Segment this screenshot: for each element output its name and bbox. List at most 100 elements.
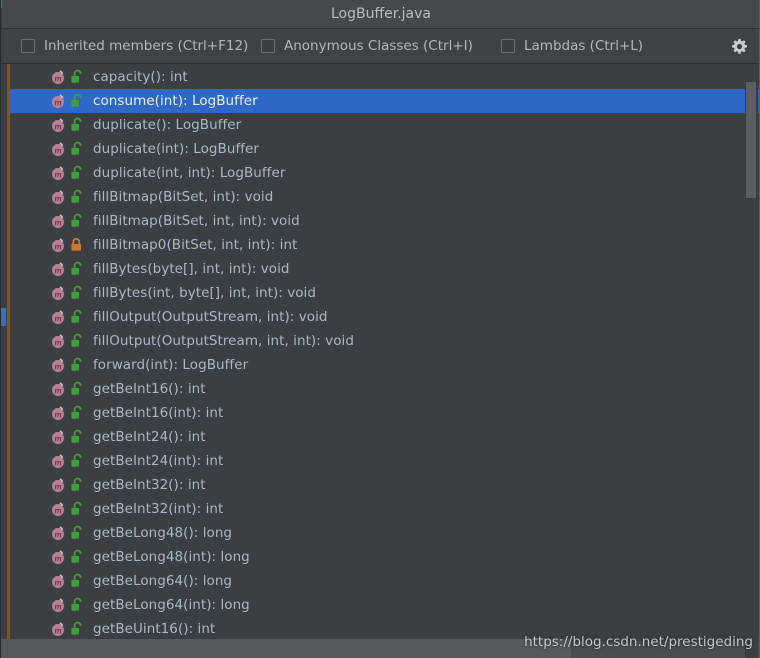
page-title: LogBuffer.java	[331, 6, 431, 22]
method-icon: m	[50, 525, 66, 541]
lock-open-icon	[70, 501, 84, 517]
list-item-label: getBeLong48(int): long	[93, 549, 250, 565]
filter-inherited-members[interactable]: Inherited members (Ctrl+F12)	[21, 29, 248, 63]
list-item[interactable]: m getBeInt24(int): int	[10, 449, 759, 473]
lock-open-icon	[70, 381, 84, 397]
gear-icon[interactable]	[727, 35, 751, 57]
list-item-label: getBeInt32(): int	[93, 477, 206, 493]
list-item[interactable]: m fillBitmap0(BitSet, int, int): int	[10, 233, 759, 257]
list-item[interactable]: m fillOutput(OutputStream, int, int): voi…	[10, 329, 759, 353]
filter-inherited-members-label: Inherited members (Ctrl+F12)	[44, 38, 249, 54]
lock-open-icon	[70, 165, 84, 181]
structure-member-list-rows: m capacity(): int m consume(int): LogBuffer…	[10, 65, 759, 658]
method-icon: m	[50, 333, 66, 349]
svg-text:m: m	[54, 194, 62, 203]
list-item[interactable]: m getBeLong64(): long	[10, 569, 759, 593]
list-item-label: consume(int): LogBuffer	[93, 93, 258, 109]
vertical-scrollbar-thumb[interactable]	[746, 82, 756, 198]
titlebar: LogBuffer.java	[2, 0, 759, 29]
list-item[interactable]: m forward(int): LogBuffer	[10, 353, 759, 377]
svg-text:m: m	[54, 482, 62, 491]
lock-open-icon	[70, 621, 84, 637]
svg-text:m: m	[54, 218, 62, 227]
list-item[interactable]: m getBeLong64(int): long	[10, 593, 759, 617]
method-icon: m	[50, 213, 66, 229]
list-item[interactable]: m capacity(): int	[10, 65, 759, 89]
list-item-label: getBeLong64(): long	[93, 573, 233, 589]
method-icon: m	[50, 93, 66, 109]
list-item[interactable]: m fillBitmap(BitSet, int, int): void	[10, 209, 759, 233]
checkbox-anonymous-classes[interactable]	[261, 39, 275, 53]
list-item-label: fillBitmap(BitSet, int): void	[93, 189, 274, 205]
svg-text:m: m	[54, 266, 62, 275]
filter-lambdas-label: Lambdas (Ctrl+L)	[524, 38, 644, 54]
svg-text:m: m	[54, 410, 62, 419]
list-item-label: getBeLong48(): long	[93, 525, 233, 541]
list-item[interactable]: m getBeInt32(int): int	[10, 497, 759, 521]
list-item-label: getBeInt16(int): int	[93, 405, 224, 421]
list-item[interactable]: m getBeInt24(): int	[10, 425, 759, 449]
list-item[interactable]: m duplicate(int): LogBuffer	[10, 137, 759, 161]
filter-anonymous-classes-label: Anonymous Classes (Ctrl+I)	[284, 38, 473, 54]
svg-text:m: m	[54, 554, 62, 563]
checkbox-inherited-members[interactable]	[21, 39, 35, 53]
svg-text:m: m	[54, 386, 62, 395]
list-item-label: duplicate(): LogBuffer	[93, 117, 242, 133]
method-icon: m	[50, 117, 66, 133]
method-icon: m	[50, 597, 66, 613]
list-item[interactable]: m getBeInt16(): int	[10, 377, 759, 401]
list-item[interactable]: m getBeInt16(int): int	[10, 401, 759, 425]
vertical-scrollbar[interactable]	[745, 65, 758, 658]
method-icon: m	[50, 69, 66, 85]
list-item[interactable]: m getBeLong48(): long	[10, 521, 759, 545]
list-item-label: getBeInt16(): int	[93, 381, 206, 397]
list-item-label: capacity(): int	[93, 69, 188, 85]
filter-lambdas[interactable]: Lambdas (Ctrl+L)	[501, 29, 643, 63]
method-icon: m	[50, 357, 66, 373]
method-icon: m	[50, 189, 66, 205]
list-item[interactable]: m fillBytes(int, byte[], int, int): void	[10, 281, 759, 305]
svg-text:m: m	[54, 290, 62, 299]
list-item-label: fillBytes(byte[], int, int): void	[93, 261, 290, 277]
list-item[interactable]: m getBeInt32(): int	[10, 473, 759, 497]
filter-anonymous-classes[interactable]: Anonymous Classes (Ctrl+I)	[261, 29, 473, 63]
svg-text:m: m	[54, 98, 62, 107]
lock-open-icon	[70, 477, 84, 493]
lock-open-icon	[70, 93, 84, 109]
lock-open-icon	[70, 285, 84, 301]
svg-text:m: m	[54, 578, 62, 587]
list-item-label: fillBytes(int, byte[], int, int): void	[93, 285, 316, 301]
list-item[interactable]: m fillBitmap(BitSet, int): void	[10, 185, 759, 209]
list-item-label: fillBitmap0(BitSet, int, int): int	[93, 237, 298, 253]
list-item-label: fillOutput(OutputStream, int): void	[93, 309, 328, 325]
list-item[interactable]: m duplicate(): LogBuffer	[10, 113, 759, 137]
list-item[interactable]: m fillOutput(OutputStream, int): void	[10, 305, 759, 329]
list-item-label: duplicate(int): LogBuffer	[93, 141, 260, 157]
svg-text:m: m	[54, 122, 62, 131]
lock-open-icon	[70, 429, 84, 445]
method-icon: m	[50, 381, 66, 397]
list-item[interactable]: m consume(int): LogBuffer	[10, 89, 759, 113]
svg-text:m: m	[54, 146, 62, 155]
filter-toolbar: Inherited members (Ctrl+F12) Anonymous C…	[2, 29, 759, 64]
svg-text:m: m	[54, 530, 62, 539]
lock-open-icon	[70, 549, 84, 565]
list-item[interactable]: m getBeLong48(int): long	[10, 545, 759, 569]
lock-open-icon	[70, 309, 84, 325]
svg-text:m: m	[54, 74, 62, 83]
svg-text:m: m	[54, 242, 62, 251]
svg-text:m: m	[54, 434, 62, 443]
svg-text:m: m	[54, 602, 62, 611]
list-item[interactable]: m fillBytes(byte[], int, int): void	[10, 257, 759, 281]
list-item-label: getBeUint16(): int	[93, 621, 216, 637]
method-icon: m	[50, 309, 66, 325]
structure-member-list[interactable]: m capacity(): int m consume(int): LogBuffer…	[10, 65, 759, 658]
list-item-label: duplicate(int, int): LogBuffer	[93, 165, 286, 181]
svg-text:m: m	[54, 338, 62, 347]
list-item[interactable]: m duplicate(int, int): LogBuffer	[10, 161, 759, 185]
list-item-label: getBeInt32(int): int	[93, 501, 224, 517]
lock-open-icon	[70, 405, 84, 421]
checkbox-lambdas[interactable]	[501, 39, 515, 53]
lock-open-icon	[70, 357, 84, 373]
structure-popup-window: LogBuffer.java Inherited members (Ctrl+F…	[0, 0, 760, 658]
